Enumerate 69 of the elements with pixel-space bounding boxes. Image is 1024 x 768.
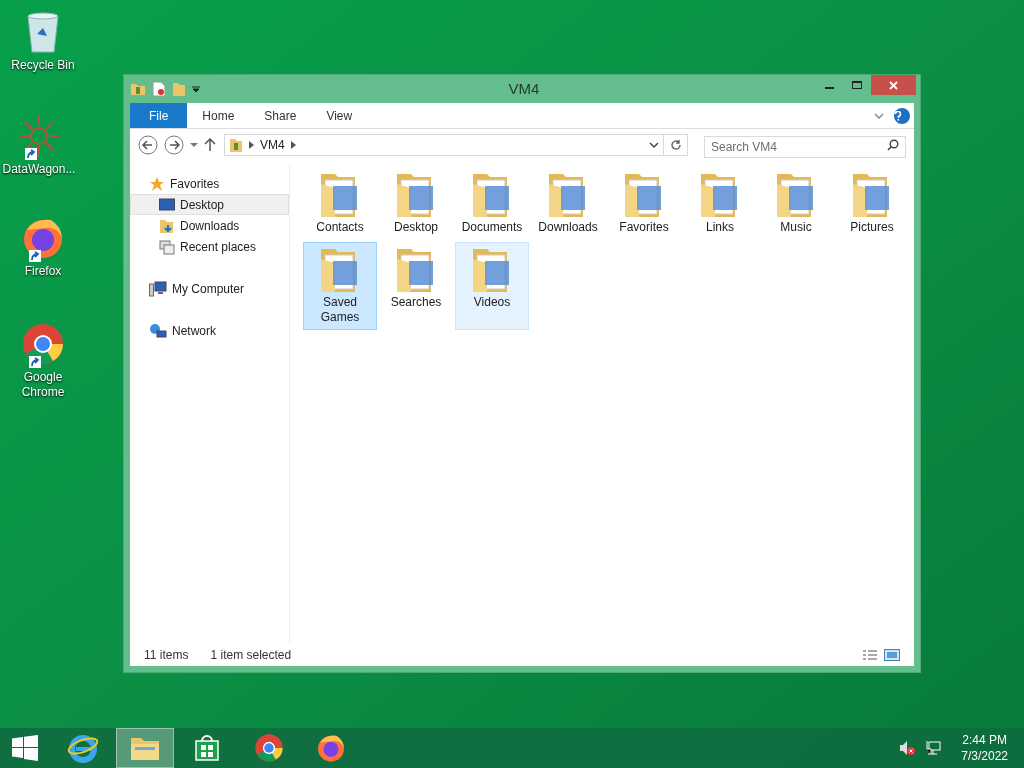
firefox-icon xyxy=(316,733,346,763)
folder-item[interactable]: Desktop xyxy=(379,167,453,240)
recycle-bin-icon xyxy=(25,10,61,54)
nav-item[interactable]: Desktop xyxy=(130,194,289,215)
recent-places-icon xyxy=(159,238,175,255)
window-title: VM4 xyxy=(507,78,541,99)
folder-item[interactable]: Music xyxy=(759,167,833,240)
forward-button[interactable] xyxy=(164,135,184,155)
nav-item[interactable]: Network xyxy=(130,320,289,341)
breadcrumb-item[interactable]: VM4 xyxy=(260,136,285,154)
help-icon[interactable] xyxy=(894,107,910,124)
muted-speaker-icon[interactable] xyxy=(899,740,916,756)
letter-e-icon xyxy=(67,732,99,764)
desktop-icon-label[interactable]: Recycle Bin xyxy=(11,58,75,73)
refresh-button[interactable] xyxy=(664,134,688,156)
refresh-icon xyxy=(669,139,682,151)
item-count: 11 items xyxy=(144,647,189,664)
computer-icon xyxy=(149,280,167,297)
folder-download-icon xyxy=(159,217,175,234)
folder-item[interactable]: Pictures xyxy=(835,167,909,240)
folder-item[interactable]: Searches xyxy=(379,242,453,330)
folder-item[interactable]: Documents xyxy=(455,167,529,240)
network-icon[interactable] xyxy=(925,740,942,756)
monitor-icon xyxy=(159,197,175,212)
star-icon xyxy=(149,175,165,192)
search-icon xyxy=(887,139,899,151)
folder-icon xyxy=(130,81,146,97)
nav-item[interactable]: Downloads xyxy=(130,215,289,236)
search-field[interactable]: Search VM4 xyxy=(704,136,906,158)
breadcrumb-arrow-icon xyxy=(249,141,254,149)
network-icon xyxy=(149,322,167,339)
close-button[interactable] xyxy=(871,75,916,95)
document-icon xyxy=(152,81,166,97)
selection-status: 1 item selected xyxy=(210,647,292,664)
ribbon-tab[interactable]: File xyxy=(130,103,188,128)
chrome-icon xyxy=(254,733,284,763)
recent-locations-caret-icon[interactable] xyxy=(190,142,198,148)
starburst-icon xyxy=(17,114,61,158)
back-button[interactable] xyxy=(138,135,158,155)
folder-item[interactable]: Saved Games xyxy=(303,242,377,330)
up-arrow-icon[interactable] xyxy=(204,138,216,152)
desktop-icon-label[interactable]: Google Chrome xyxy=(4,370,82,400)
breadcrumb-arrow-icon xyxy=(290,141,296,149)
nav-item[interactable]: Recent places xyxy=(130,236,289,257)
folder-icon xyxy=(229,137,243,153)
folder-icon xyxy=(130,735,160,761)
clock-time[interactable]: 2:44 PM xyxy=(962,732,1007,748)
dropdown-caret-icon[interactable] xyxy=(192,85,200,93)
folder-item[interactable]: Downloads xyxy=(531,167,605,240)
ribbon-tab[interactable]: Share xyxy=(249,103,312,128)
folder-item[interactable]: Contacts xyxy=(303,167,377,240)
folder-item[interactable]: Links xyxy=(683,167,757,240)
folder-icon xyxy=(172,81,186,97)
ribbon-tab[interactable]: Home xyxy=(187,103,250,128)
folder-item[interactable]: Videos xyxy=(455,242,529,330)
desktop-icon-label[interactable]: Firefox xyxy=(24,264,62,279)
large-icons-view-icon[interactable] xyxy=(884,649,900,661)
ribbon-tab[interactable]: View xyxy=(311,103,368,128)
chevron-down-icon[interactable] xyxy=(649,141,659,149)
nav-item[interactable]: Favorites xyxy=(130,173,289,194)
nav-item[interactable]: My Computer xyxy=(130,278,289,299)
address-bar[interactable]: VM4 xyxy=(224,134,664,156)
close-icon xyxy=(889,80,898,90)
windows-logo-icon xyxy=(12,735,38,761)
chrome-icon xyxy=(21,322,65,366)
shopping-bag-icon xyxy=(193,734,221,762)
clock-date[interactable]: 7/3/2022 xyxy=(961,748,1008,764)
desktop-icon-label[interactable]: DataWagon... xyxy=(2,162,76,177)
folder-item[interactable]: Favorites xyxy=(607,167,681,240)
